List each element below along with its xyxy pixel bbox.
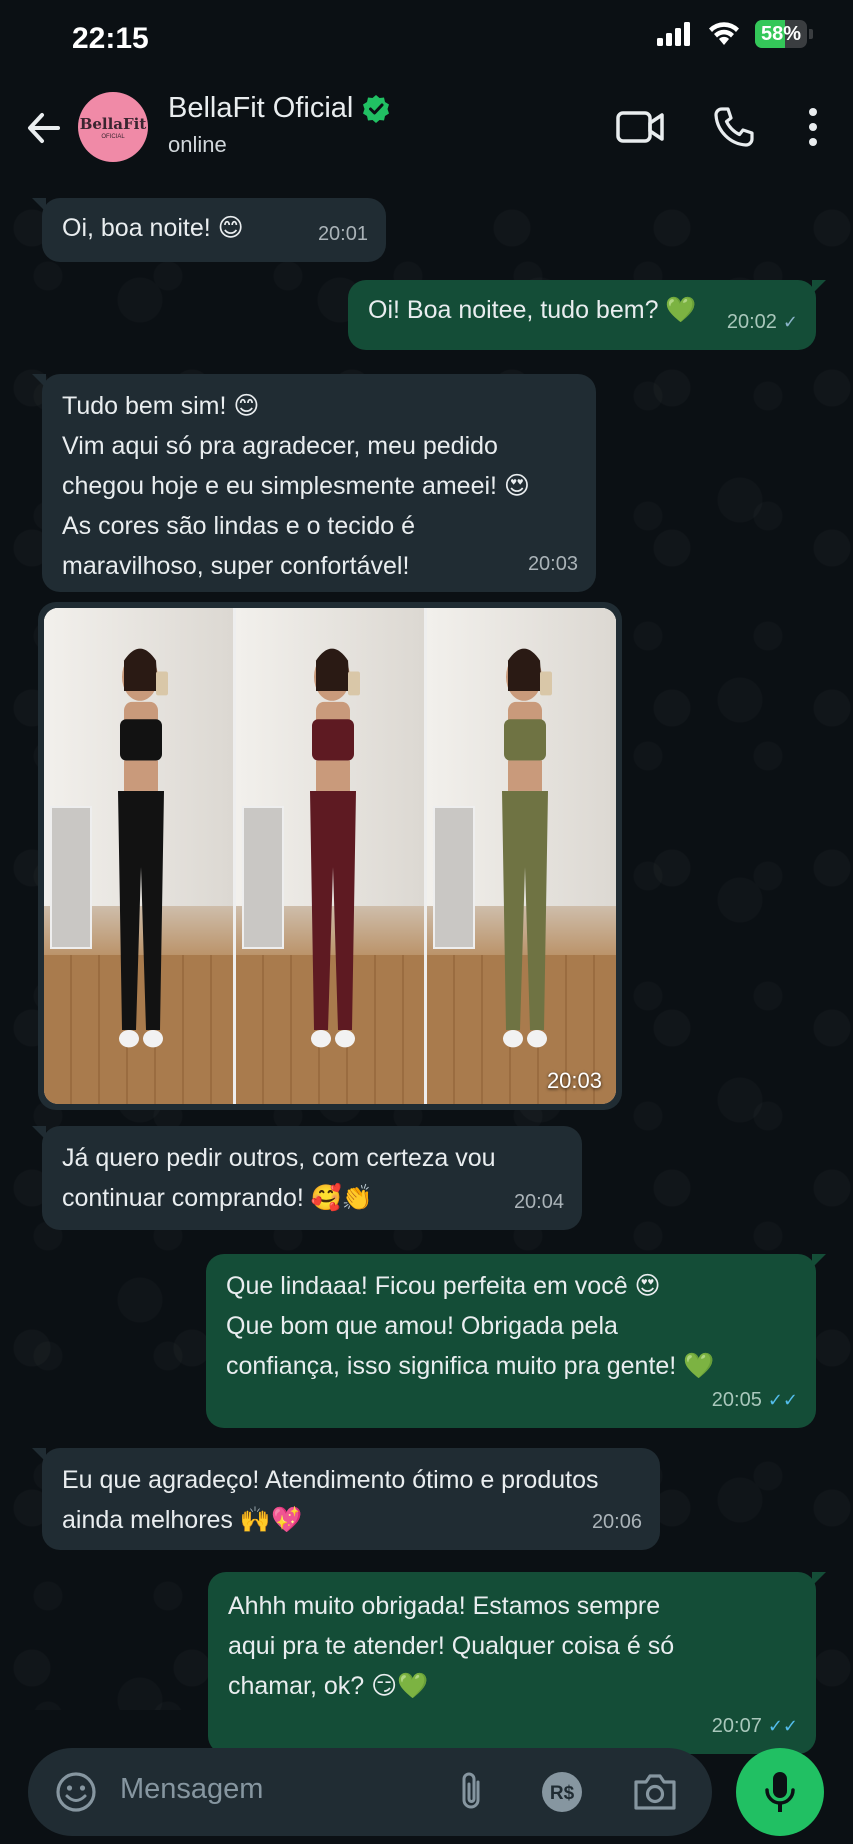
person-figure-icon [118, 648, 169, 1048]
person-figure-icon [501, 648, 552, 1048]
message-line: ainda melhores 🙌💖 [62, 1506, 303, 1534]
battery-tip [809, 29, 813, 39]
message-time: 20:07 [711, 1715, 762, 1737]
message-line: Que bom que amou! Obrigada pela [226, 1312, 618, 1340]
message-line: Já quero pedir outros, com certeza vou [62, 1144, 496, 1172]
video-camera-icon [616, 111, 664, 143]
message-outgoing[interactable]: Ahhh muito obrigada! Estamos sempre aqui… [208, 1572, 826, 1754]
message-text: Oi! Boa noitee, tudo bem? 💚 [368, 296, 697, 324]
message-incoming[interactable]: Oi, boa noite! 😊 20:01 [32, 198, 386, 262]
chat-area[interactable]: Oi, boa noite! 😊 20:01 Oi! Boa noitee, t… [0, 180, 853, 1754]
voice-call-button[interactable] [709, 102, 759, 152]
message-line: continuar comprando! 🥰👏 [62, 1184, 374, 1212]
message-line: Que lindaaa! Ficou perfeita em você 😍 [226, 1272, 661, 1300]
contact-name-row[interactable]: BellaFit Oficial [168, 92, 391, 125]
battery-indicator: 58% [755, 20, 807, 48]
more-vertical-icon [809, 108, 817, 146]
back-arrow-icon[interactable] [22, 106, 66, 150]
battery-percent: 58% [760, 22, 802, 45]
message-line: maravilhoso, super confortável! [62, 552, 410, 580]
message-line: chegou hoje e eu simplesmente ameei! 😍 [62, 472, 530, 500]
message-time: 20:04 [513, 1191, 564, 1213]
signal-icon [657, 22, 690, 46]
photo-panel-olive [427, 608, 616, 1104]
message-input[interactable]: Mensagem [120, 1773, 263, 1806]
wifi-icon [709, 22, 739, 45]
message-line: Vim aqui só pra agradecer, meu pedido [62, 432, 498, 460]
double-check-icon: ✓✓ [767, 1716, 798, 1736]
message-time: 20:01 [317, 223, 368, 245]
message-line: Ahhh muito obrigada! Estamos sempre [228, 1592, 661, 1620]
message-time: 20:06 [591, 1511, 642, 1533]
phone-icon [714, 107, 754, 147]
chat-header: BellaFit OFICIAL BellaFit Oficial online [0, 80, 853, 180]
payment-label: R$ [550, 1783, 575, 1804]
message-line: aqui pra te atender! Qualquer coisa é só [228, 1632, 675, 1660]
message-incoming[interactable]: Tudo bem sim! 😊 Vim aqui só pra agradece… [32, 374, 596, 592]
message-incoming[interactable]: Já quero pedir outros, com certeza vou c… [32, 1126, 582, 1230]
message-line: Eu que agradeço! Atendimento ótimo e pro… [62, 1466, 599, 1494]
voice-record-button[interactable] [736, 1748, 824, 1836]
photo-collage[interactable]: 20:03 [44, 608, 616, 1104]
message-time: 20:03 [527, 553, 578, 575]
status-icons: 58% [657, 20, 813, 48]
message-text: Oi, boa noite! 😊 [62, 214, 244, 242]
message-image[interactable]: 20:03 [38, 602, 622, 1110]
verified-badge-icon [363, 94, 390, 123]
contact-name: BellaFit Oficial [168, 92, 354, 124]
emoji-icon[interactable] [54, 1770, 98, 1814]
person-figure-icon [310, 648, 360, 1048]
more-options-button[interactable] [803, 102, 823, 152]
contact-status: online [168, 132, 227, 157]
message-time: 20:05 [711, 1389, 762, 1411]
avatar[interactable]: BellaFit OFICIAL [78, 92, 148, 162]
double-check-icon: ✓✓ [767, 1390, 798, 1410]
message-outgoing[interactable]: Que lindaaa! Ficou perfeita em você 😍 Qu… [206, 1254, 826, 1428]
header-actions [615, 102, 823, 152]
message-line: As cores são lindas e o tecido é [62, 512, 415, 540]
microphone-icon [765, 1772, 795, 1812]
message-line: Tudo bem sim! 😊 [62, 392, 260, 420]
photo-panel-black [44, 608, 233, 1104]
avatar-logo-text: BellaFit [79, 114, 147, 133]
status-bar: 22:15 58% [0, 0, 853, 80]
message-time: 20:02 [726, 311, 777, 333]
paperclip-icon[interactable] [448, 1768, 494, 1814]
photo-panel-burgundy [235, 608, 425, 1104]
video-call-button[interactable] [615, 102, 665, 152]
message-composer: Mensagem R$ [28, 1748, 712, 1836]
message-line: confiança, isso significa muito pra gent… [226, 1352, 715, 1380]
single-check-icon: ✓ [782, 312, 798, 332]
avatar-sub-text: OFICIAL [101, 133, 125, 140]
status-time: 22:15 [72, 22, 149, 55]
message-incoming[interactable]: Eu que agradeço! Atendimento ótimo e pro… [32, 1448, 660, 1550]
payment-icon[interactable]: R$ [540, 1770, 584, 1814]
message-outgoing[interactable]: Oi! Boa noitee, tudo bem? 💚 20:02 ✓ [348, 280, 826, 350]
camera-icon[interactable] [632, 1770, 678, 1814]
message-time: 20:03 [546, 1068, 602, 1093]
message-line: chamar, ok? 😏💚 [228, 1672, 429, 1700]
